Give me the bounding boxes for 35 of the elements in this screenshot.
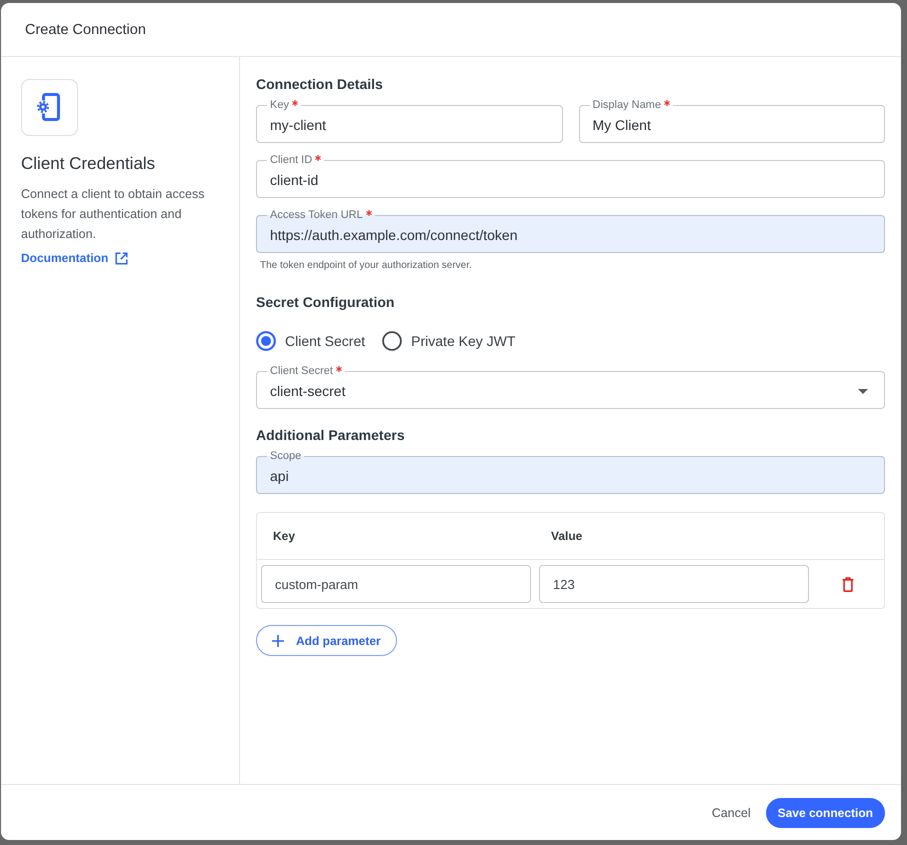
text-input[interactable]: my-client <box>270 112 550 138</box>
documentation-link[interactable]: Documentation <box>21 248 128 268</box>
delete-button[interactable] <box>842 576 854 592</box>
parameter-key-input[interactable]: custom-param <box>261 565 531 603</box>
column-header: Key <box>272 529 296 543</box>
text-field[interactable]: Key my-client <box>256 98 562 143</box>
plus-icon <box>272 634 284 646</box>
parameter-value-input[interactable]: 123 <box>539 565 809 603</box>
text-field[interactable]: Scope api <box>256 449 885 494</box>
phone-gear-icon <box>21 79 78 136</box>
description-text: Connect a client to obtain access tokens for authentication and authorization. <box>21 186 206 243</box>
panel-title: Client Credentials <box>21 153 156 175</box>
text-input[interactable]: My Client <box>592 112 872 138</box>
text-input[interactable]: https://auth.example.com/connect/token <box>270 222 872 248</box>
text-field[interactable]: Client ID client-id <box>256 153 885 198</box>
column-header: Value <box>550 529 584 543</box>
trash-icon <box>842 576 854 592</box>
section-heading: Additional Parameters <box>256 426 406 445</box>
add-parameter-button[interactable]: Add parameter <box>256 625 397 656</box>
select-value[interactable]: client-secret <box>270 378 858 404</box>
text-input[interactable]: client-id <box>270 167 872 193</box>
radio-option[interactable]: Client Secret <box>256 331 366 351</box>
section-heading: Secret Configuration <box>256 293 396 312</box>
text-field[interactable]: Access Token URL https://auth.example.com/connect/token <box>256 208 885 253</box>
text-input[interactable]: api <box>270 463 872 489</box>
save-button[interactable]: Save connection <box>766 798 885 828</box>
caret-down-icon <box>858 388 868 394</box>
helper-text: The token endpoint of your authorization server. <box>259 259 473 273</box>
radio-option[interactable]: Private Key JWT <box>382 331 516 351</box>
section-heading: Connection Details <box>256 75 384 94</box>
text-field[interactable]: Display Name My Client <box>578 98 885 143</box>
external-link-icon <box>115 252 128 264</box>
select-field[interactable]: Client Secret client-secret <box>256 364 885 409</box>
dialog-title: Create Connection <box>25 20 146 40</box>
cancel-button[interactable]: Cancel <box>704 800 759 826</box>
